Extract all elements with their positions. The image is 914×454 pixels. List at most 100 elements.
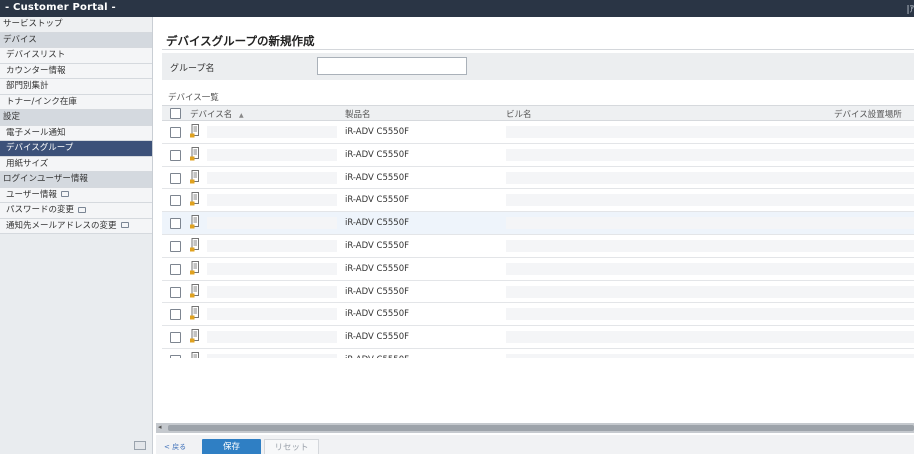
building-name-cell: [506, 194, 914, 207]
row-checkbox[interactable]: [170, 286, 181, 298]
sidebar: サービストップ デバイスデバイスリスト カウンター情報 部門別集計 トナー/インク在庫設…: [0, 17, 153, 454]
sidebar-item-label: トナー/インク在庫: [6, 96, 77, 107]
building-name-cell: [506, 331, 914, 344]
reset-button[interactable]: リセット: [264, 439, 319, 454]
building-name-cell: [506, 239, 914, 252]
product-name-cell: iR-ADV C5550F: [345, 218, 409, 229]
scroll-left-icon[interactable]: ◂: [158, 423, 162, 431]
printer-device-icon: [190, 192, 199, 206]
printer-device-icon: [190, 124, 199, 138]
row-checkbox[interactable]: [170, 149, 181, 161]
printer-device-icon: [190, 283, 199, 298]
row-checkbox[interactable]: [170, 195, 181, 207]
external-window-icon: [120, 222, 129, 228]
top-bar: - Customer Portal - |ｱ: [0, 0, 914, 17]
column-header-device-name[interactable]: デバイス名 ▲: [190, 108, 244, 120]
table-row[interactable]: iR-ADV C5550F: [162, 212, 914, 235]
product-name-cell: iR-ADV C5550F: [345, 332, 409, 343]
column-header-building-name[interactable]: ビル名: [506, 108, 532, 120]
row-checkbox[interactable]: [170, 263, 181, 275]
product-name-cell: iR-ADV C5550F: [345, 309, 409, 320]
title-divider: [162, 49, 914, 50]
back-link[interactable]: < 戻る: [164, 442, 186, 452]
product-name-cell: iR-ADV C5550F: [345, 286, 409, 297]
horizontal-scrollbar[interactable]: ◂: [156, 423, 914, 433]
sidebar-item[interactable]: 部門別集計: [0, 79, 152, 95]
sidebar-item-label: ログインユーザー情報: [3, 174, 88, 184]
device-table: デバイス名 ▲ 製品名 ビル名 デバイス設置場所 iR-ADV C5550F iR…: [162, 105, 914, 358]
building-name-cell: [506, 262, 914, 275]
sidebar-item-label: 設定: [3, 112, 21, 122]
building-name-cell: [506, 308, 914, 321]
table-row[interactable]: iR-ADV C5550F: [162, 143, 914, 167]
product-name-cell: iR-ADV C5550F: [345, 263, 409, 274]
device-name-cell: [207, 262, 337, 275]
column-header-product-name[interactable]: 製品名: [345, 108, 371, 120]
table-row[interactable]: iR-ADV C5550F: [162, 348, 914, 358]
external-window-icon: [78, 206, 87, 213]
sidebar-item[interactable]: ユーザー情報: [0, 187, 152, 203]
sidebar-item[interactable]: 用紙サイズ: [0, 156, 152, 172]
footer-bar: < 戻る 保存 リセット: [156, 435, 914, 454]
scrollbar-thumb[interactable]: [168, 425, 914, 431]
row-checkbox[interactable]: [170, 354, 181, 358]
row-checkbox[interactable]: [170, 240, 181, 252]
sidebar-section-header: ログインユーザー情報: [0, 172, 152, 188]
sidebar-item-label: 通知先メールアドレスの変更: [6, 220, 117, 231]
table-row[interactable]: iR-ADV C5550F: [162, 257, 914, 281]
table-row[interactable]: iR-ADV C5550F: [162, 303, 914, 327]
sidebar-section-header: デバイス: [0, 32, 152, 48]
row-checkbox[interactable]: [170, 332, 181, 344]
sidebar-item-label: デバイス: [3, 34, 37, 45]
table-row[interactable]: iR-ADV C5550F: [162, 280, 914, 304]
save-button[interactable]: 保存: [202, 439, 261, 454]
group-name-input[interactable]: [317, 57, 467, 75]
printer-device-icon: [190, 146, 199, 161]
sidebar-item[interactable]: 電子メール通知: [0, 125, 152, 141]
device-name-cell: [207, 285, 337, 298]
sidebar-item-label: サービストップ: [3, 19, 63, 29]
table-row[interactable]: iR-ADV C5550F: [162, 121, 914, 144]
row-checkbox[interactable]: [170, 172, 181, 184]
device-name-cell: [207, 194, 337, 207]
sidebar-item-label: ユーザー情報: [6, 189, 57, 200]
table-row[interactable]: iR-ADV C5550F: [162, 189, 914, 213]
column-header-location[interactable]: デバイス設置場所: [834, 108, 902, 120]
column-label-device-name: デバイス名: [190, 110, 233, 120]
row-checkbox[interactable]: [170, 309, 181, 321]
sidebar-item[interactable]: デバイスグループ: [0, 141, 152, 157]
sidebar-item[interactable]: カウンター情報: [0, 63, 152, 79]
top-bar-right-text: |ｱ: [906, 5, 914, 15]
row-checkbox[interactable]: [170, 127, 181, 138]
table-row[interactable]: iR-ADV C5550F: [162, 326, 914, 349]
device-name-cell: [207, 126, 337, 138]
page-title: デバイスグループの新規作成: [166, 34, 315, 48]
sidebar-item[interactable]: 通知先メールアドレスの変更: [0, 218, 152, 234]
table-row[interactable]: iR-ADV C5550F: [162, 234, 914, 258]
device-name-cell: [207, 171, 337, 184]
product-name-cell: iR-ADV C5550F: [345, 149, 409, 160]
device-name-cell: [207, 353, 337, 358]
group-name-label: グループ名: [170, 64, 215, 74]
select-all-checkbox[interactable]: [170, 108, 181, 119]
sidebar-item-label: パスワードの変更: [6, 205, 75, 215]
main-content: デバイスグループの新規作成 グループ名 デバイス一覧 デバイス名 ▲ 製品名 ビ…: [156, 17, 914, 454]
table-row[interactable]: iR-ADV C5550F: [162, 166, 914, 190]
group-name-row: グループ名: [162, 53, 914, 80]
printer-device-icon: [190, 329, 199, 343]
app-title: - Customer Portal -: [5, 2, 116, 13]
building-name-cell: [506, 126, 914, 138]
product-name-cell: iR-ADV C5550F: [345, 172, 409, 183]
row-checkbox[interactable]: [170, 218, 181, 230]
sidebar-collapse-icon[interactable]: [134, 441, 146, 450]
sidebar-item[interactable]: トナー/インク在庫: [0, 94, 152, 110]
sidebar-item[interactable]: パスワードの変更: [0, 203, 152, 219]
external-window-icon: [60, 191, 69, 197]
sidebar-item[interactable]: サービストップ: [0, 17, 152, 33]
sidebar-item[interactable]: デバイスリスト: [0, 48, 152, 64]
sidebar-section-header: 設定: [0, 110, 152, 126]
building-name-cell: [506, 171, 914, 184]
printer-device-icon: [190, 260, 199, 275]
building-name-cell: [506, 285, 914, 298]
product-name-cell: iR-ADV C5550F: [345, 127, 409, 137]
